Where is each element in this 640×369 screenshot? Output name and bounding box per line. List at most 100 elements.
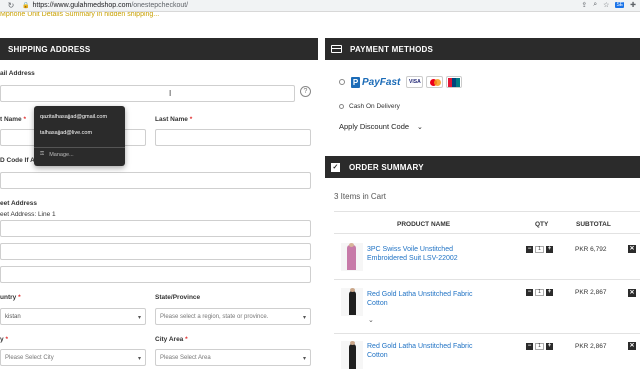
extension-icon[interactable]: SE [615,2,625,8]
payment-title: PAYMENT METHODS [350,44,434,54]
city-select[interactable]: Please Select City ▾ [0,349,146,366]
bookmark-star-icon[interactable]: ☆ [603,1,609,9]
product-name-line1: Red Gold Latha Unstitched Fabric [367,343,473,350]
visa-label: VISA [409,79,421,85]
payfast-label: PayFast [362,76,401,88]
col-qty: QTY [535,221,549,228]
city-area-label: City Area * [155,336,188,343]
visa-icon: VISA [406,76,424,88]
item-subtotal: PKR 2,867 [575,343,607,350]
quantity-input[interactable]: 1 [535,343,544,350]
country-select[interactable]: kistan ▾ [0,308,146,325]
url-host: https://www.gulahmedshop.com [32,2,132,9]
quantity-stepper[interactable]: − 1 + [526,246,553,253]
chevron-down-icon: ⌄ [417,123,423,131]
discount-label: Apply Discount Code [339,122,410,131]
col-subtotal: SUBTOTAL [576,221,611,228]
email-label: ail Address [0,70,35,77]
manage-label: Manage... [49,151,74,158]
product-name-line2: Cotton [367,352,388,359]
street-line2-field[interactable] [0,243,311,260]
text-cursor-icon: I [169,89,172,98]
browser-toolbar: ↻ 🔒 https://www.gulahmedshop.com/onestep… [0,0,640,12]
chevron-down-icon: ▾ [137,315,141,321]
autocomplete-option[interactable]: qazitalhasajjad@gmail.com [40,114,107,120]
address-bar[interactable]: https://www.gulahmedshop.com/onestepchec… [32,2,188,9]
product-name-link[interactable]: Red Gold Latha Unstitched Fabric Cotton [367,342,472,360]
cod-label: Cash On Delivery [349,103,400,110]
payfast-option[interactable]: P PayFast VISA [339,76,463,88]
help-icon[interactable]: ? [300,86,311,97]
quantity-input[interactable]: 1 [535,246,544,253]
payment-methods-header: PAYMENT METHODS [325,38,640,60]
payfast-radio[interactable] [339,79,345,85]
product-name-line2: Cotton [367,300,388,307]
cnic-label: D Code If Ap [0,157,39,164]
divider [334,279,640,280]
manage-autofill[interactable]: ⚿ Manage... [40,151,74,158]
lock-icon[interactable]: 🔒 [22,2,29,9]
cod-option[interactable]: Cash On Delivery [339,103,400,110]
state-placeholder: Please select a region, state or provinc… [160,313,269,320]
plus-button[interactable]: + [546,246,553,253]
unionpay-icon [446,76,463,88]
plus-button[interactable]: + [546,343,553,350]
country-value: kistan [5,313,21,320]
chevron-down-icon: ▾ [302,315,306,321]
quantity-stepper[interactable]: − 1 + [526,289,553,296]
street-line1-label: eet Address: Line 1 [0,211,56,218]
puzzle-icon[interactable]: ✚ [630,1,636,9]
minus-button[interactable]: − [526,246,533,253]
order-summary-title: ORDER SUMMARY [349,162,424,172]
product-thumbnail[interactable] [341,243,363,271]
last-name-label: Last Name * [155,116,193,123]
state-label: State/Province [155,294,201,301]
remove-item-button[interactable]: ✕ [628,245,636,253]
email-field[interactable]: I [0,85,295,102]
key-icon: ⚿ [40,151,45,157]
chevron-down-icon[interactable]: ⌄ [368,316,374,324]
item-subtotal: PKR 6,792 [575,246,607,253]
quantity-input[interactable]: 1 [535,289,544,296]
minus-button[interactable]: − [526,289,533,296]
autocomplete-option[interactable]: talhasajjad@live.com [40,130,92,136]
state-select[interactable]: Please select a region, state or provinc… [155,308,311,325]
reload-icon[interactable]: ↻ [0,1,22,10]
col-product-name: PRODUCT NAME [397,221,451,228]
remove-item-button[interactable]: ✕ [628,342,636,350]
divider [34,147,125,148]
chevron-down-icon: ▾ [302,356,306,362]
street-line3-field[interactable] [0,266,311,283]
remove-item-button[interactable]: ✕ [628,289,636,297]
email-autocomplete-popup: qazitalhasajjad@gmail.com talhasajjad@li… [34,106,125,166]
item-subtotal: PKR 2,867 [575,289,607,296]
zoom-icon[interactable]: ⌕ [593,1,597,9]
city-area-select[interactable]: Please Select Area ▾ [155,349,311,366]
share-icon[interactable]: ⇪ [581,1,587,9]
minus-button[interactable]: − [526,343,533,350]
street-line1-field[interactable] [0,220,311,237]
first-name-label: t Name * [0,116,27,123]
product-name-line1: Red Gold Latha Unstitched Fabric [367,291,473,298]
product-name-link[interactable]: Red Gold Latha Unstitched Fabric Cotton [367,290,472,308]
credit-card-icon [331,45,342,53]
shipping-title: SHIPPING ADDRESS [8,44,91,54]
plus-button[interactable]: + [546,289,553,296]
payfast-p-icon: P [351,76,360,88]
cod-radio[interactable] [339,104,344,109]
mastercard-icon [426,76,444,88]
apply-discount-toggle[interactable]: Apply Discount Code ⌄ [339,122,423,131]
last-name-field[interactable] [155,129,311,146]
shipping-address-header: SHIPPING ADDRESS [0,38,318,60]
url-path: /onestepcheckout/ [131,2,189,9]
product-thumbnail[interactable] [341,288,363,316]
quantity-stepper[interactable]: − 1 + [526,343,553,350]
product-name-link[interactable]: 3PC Swiss Voile Unstitched Embroidered S… [367,245,458,263]
cnic-field[interactable] [0,172,311,189]
top-notice: Mphone Unit Details Summary in hidden sh… [0,12,160,18]
street-address-label: eet Address [0,200,37,207]
chevron-down-icon: ▾ [137,356,141,362]
items-in-cart: 3 Items in Cart [334,192,387,201]
product-thumbnail[interactable] [341,341,363,369]
checkbox-checked-icon: ✓ [331,162,340,172]
